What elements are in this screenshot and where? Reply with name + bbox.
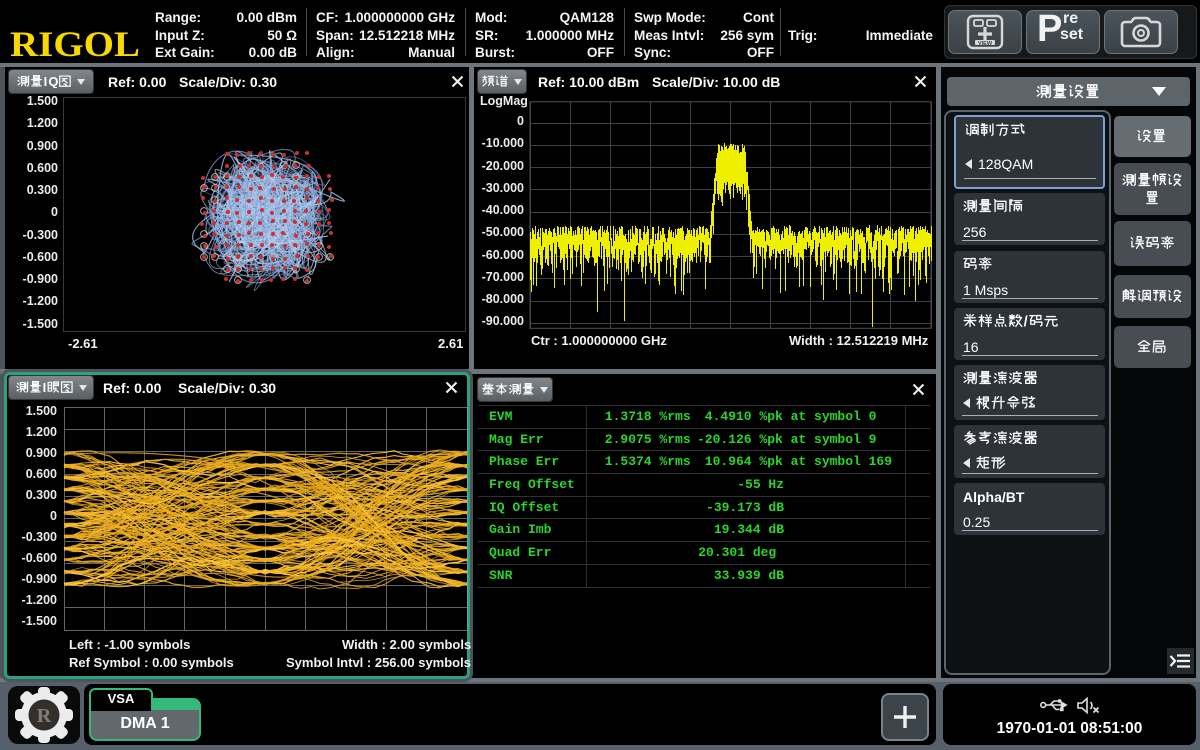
svg-text:/: / [1024, 314, 1028, 328]
svg-text:VIEW: VIEW [978, 41, 993, 47]
svg-text:R: R [37, 705, 52, 727]
